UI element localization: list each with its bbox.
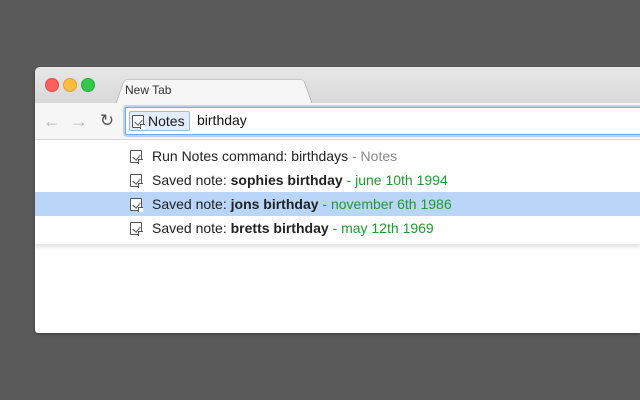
omnibox-keyword-chip[interactable]: Notes: [129, 111, 190, 131]
note-icon: [130, 173, 143, 188]
suggestion-title: bretts birthday: [230, 220, 329, 236]
forward-arrow-icon[interactable]: →: [68, 110, 90, 132]
keyword-label: Notes: [148, 113, 185, 129]
suggestion-prefix: Saved note:: [152, 196, 231, 212]
omnibox-suggestions: Run Notes command: birthdays - Notes Sav…: [35, 140, 640, 244]
suggestion-prefix: Saved note:: [152, 172, 231, 188]
note-icon: [130, 149, 143, 164]
suggestion-text: Run Notes command: birthdays: [152, 148, 349, 164]
note-icon: [130, 221, 143, 236]
suggestion-title: sophies birthday: [230, 172, 343, 188]
suggestion-description: Notes: [360, 148, 398, 164]
suggestion-saved-note[interactable]: Saved note: bretts birthday - may 12th 1…: [35, 216, 640, 240]
suggestion-run-command[interactable]: Run Notes command: birthdays - Notes: [35, 144, 640, 168]
minimize-window-button[interactable]: [63, 78, 77, 92]
omnibox-query-input[interactable]: birthday: [197, 112, 247, 128]
suggestion-date: november 6th 1986: [330, 196, 452, 212]
suggestion-title: jons birthday: [230, 196, 319, 212]
title-bar: New Tab: [35, 67, 640, 105]
suggestion-separator: -: [318, 196, 331, 212]
omnibox[interactable]: Notes birthday: [125, 107, 640, 135]
toolbar: ← → ↻ Notes birthday: [35, 103, 640, 140]
note-icon: [130, 197, 143, 212]
browser-window: New Tab ← → ↻ Notes birthday Run Notes c…: [35, 67, 640, 333]
reload-icon[interactable]: ↻: [96, 110, 118, 132]
note-icon: [132, 114, 145, 129]
zoom-window-button[interactable]: [81, 78, 95, 92]
suggestion-date: june 10th 1994: [355, 172, 448, 188]
close-window-button[interactable]: [45, 78, 59, 92]
back-arrow-icon[interactable]: ←: [41, 110, 63, 132]
suggestion-date: may 12th 1969: [341, 220, 434, 236]
suggestion-saved-note-selected[interactable]: Saved note: jons birthday - november 6th…: [35, 192, 640, 216]
suggestion-prefix: Saved note:: [152, 220, 231, 236]
suggestion-separator: -: [328, 220, 342, 236]
tab-title: New Tab: [125, 83, 172, 97]
suggestion-separator: -: [342, 172, 356, 188]
suggestion-saved-note[interactable]: Saved note: sophies birthday - june 10th…: [35, 168, 640, 192]
suggestion-separator: -: [348, 148, 361, 164]
